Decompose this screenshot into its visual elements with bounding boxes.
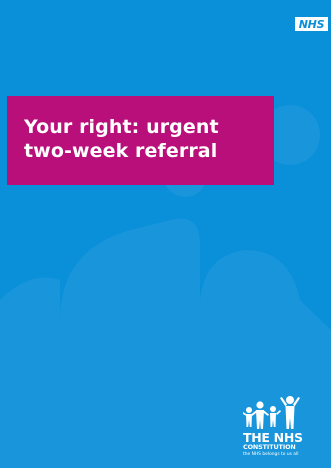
nhs-constitution-logo: THE NHS CONSTITUTION the NHS belongs to … (243, 394, 325, 458)
nhs-logo: NHS (295, 17, 328, 31)
title-box: Your right: urgent two-week referral (7, 96, 274, 185)
title-line-2: two-week referral (24, 140, 218, 162)
family-figures-icon (243, 396, 300, 429)
title-line-1: Your right: urgent (24, 116, 219, 138)
constitution-subtitle: CONSTITUTION (243, 443, 296, 451)
constitution-tagline: the NHS belongs to us all (243, 452, 299, 457)
leaflet-cover: NHS Your right: urgent two-week referral (0, 0, 331, 468)
nhs-logo-text: NHS (298, 17, 325, 31)
